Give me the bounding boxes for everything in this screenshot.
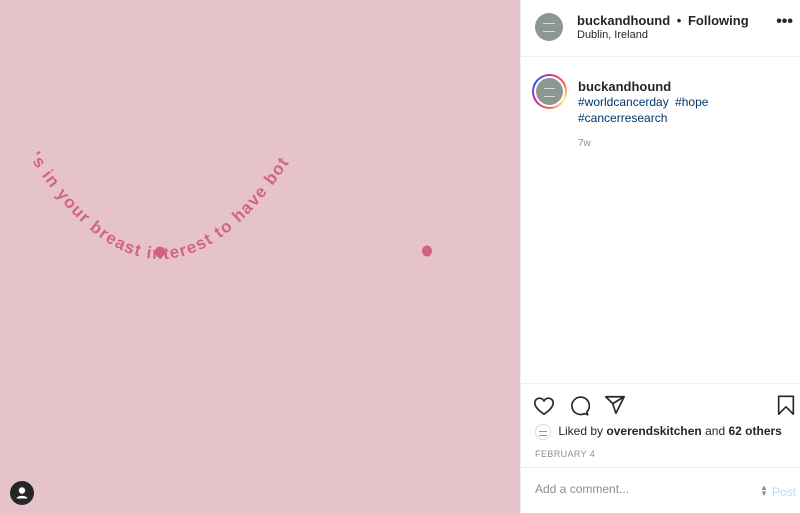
heart-icon[interactable] [533, 395, 555, 417]
hashtag-link[interactable]: #cancerresearch [578, 111, 667, 125]
location-link[interactable]: Dublin, Ireland [577, 29, 648, 41]
likes-conjunction: and [705, 424, 726, 439]
story-ring[interactable] [532, 74, 567, 109]
post-header: buckandhound • Following Dublin, Ireland… [521, 0, 800, 57]
header-username[interactable]: buckandhound [577, 13, 670, 28]
following-button[interactable]: Following [688, 13, 749, 28]
action-bar: Liked by overendskitchen and 62 others F… [521, 383, 800, 467]
hashtag-link[interactable]: #hope [675, 95, 708, 109]
post-artwork: It's in your breast interest to have bot… [0, 0, 432, 263]
post-sidebar: buckandhound • Following Dublin, Ireland… [520, 0, 800, 513]
caption-hashtags: #worldcancerday #hope #cancerresearch [578, 94, 758, 126]
add-comment-bar: ▲▼ Post [521, 467, 800, 513]
likes-others-link[interactable]: 62 others [728, 424, 781, 438]
tagged-users-button[interactable] [10, 481, 34, 505]
more-horizontal-icon[interactable]: ••• [776, 14, 793, 30]
share-icon[interactable] [604, 394, 626, 416]
liker-username[interactable]: overendskitchen [606, 424, 701, 438]
bookmark-icon[interactable] [775, 394, 797, 416]
comment-input[interactable] [535, 482, 755, 496]
caption-time[interactable]: 7w [578, 138, 591, 149]
avatar [536, 78, 563, 105]
liker-avatar[interactable] [535, 424, 551, 440]
user-icon [16, 487, 28, 499]
likes-summary: Liked by overendskitchen and 62 others [535, 424, 782, 440]
avatar[interactable] [535, 13, 563, 41]
hashtag-link[interactable]: #worldcancerday [578, 95, 669, 109]
post-button[interactable]: Post [772, 485, 796, 499]
comment-icon[interactable] [568, 395, 590, 417]
separator-dot: • [676, 13, 682, 28]
post-image[interactable]: It's in your breast interest to have bot… [0, 0, 520, 513]
left-dot [155, 246, 165, 258]
header-user-line: buckandhound • Following [577, 13, 749, 28]
likes-prefix: Liked by [558, 424, 604, 439]
post-date[interactable]: FEBRUARY 4 [535, 449, 595, 459]
caption-username[interactable]: buckandhound [578, 79, 671, 94]
emoji-stepper-icon[interactable]: ▲ ▼ [760, 484, 768, 498]
image-text: It's in your breast interest to have bot… [0, 0, 293, 263]
right-dot [422, 245, 432, 257]
